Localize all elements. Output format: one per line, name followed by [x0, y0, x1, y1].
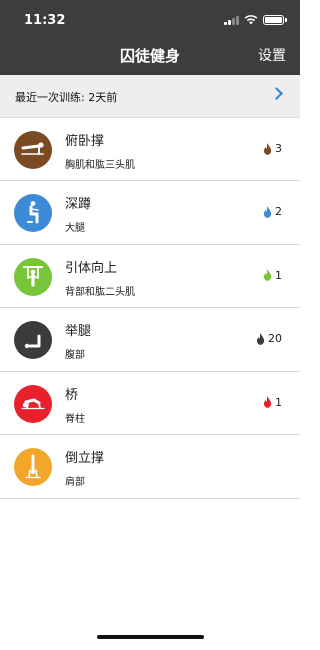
exercise-list: 俯卧撑 胸肌和肱三头肌 3 深蹲 大腿 2 [0, 118, 300, 499]
flame-icon [263, 396, 272, 408]
exercise-row-leg-raise[interactable]: 举腿 腹部 20 [0, 308, 300, 372]
level-badge: 1 [263, 396, 282, 409]
level-value: 2 [275, 205, 282, 218]
exercise-title: 倒立撑 [65, 447, 104, 466]
flame-icon [263, 269, 272, 281]
chevron-right-icon [270, 87, 283, 100]
level-value: 1 [275, 396, 282, 409]
settings-button[interactable]: 设置 [258, 45, 286, 65]
handstand-icon [14, 448, 52, 486]
exercise-row-squat[interactable]: 深蹲 大腿 2 [0, 181, 300, 245]
level-badge: 20 [256, 332, 282, 345]
home-indicator[interactable] [97, 635, 204, 639]
exercise-title: 深蹲 [65, 193, 91, 212]
squat-icon [14, 194, 52, 232]
exercise-muscles: 胸肌和肱三头肌 [65, 156, 135, 171]
exercise-row-bridge[interactable]: 桥 脊柱 1 [0, 372, 300, 436]
exercise-title: 引体向上 [65, 257, 117, 276]
last-training-banner[interactable]: 最近一次训练: 2天前 [0, 75, 300, 118]
status-icons [224, 14, 284, 25]
last-training-label: 最近一次训练: 2天前 [15, 89, 117, 105]
level-badge: 3 [263, 142, 282, 155]
level-value: 3 [275, 142, 282, 155]
level-badge: 2 [263, 205, 282, 218]
exercise-title: 举腿 [65, 320, 91, 339]
wifi-icon [244, 14, 258, 25]
exercise-title: 桥 [65, 384, 78, 403]
exercise-row-pushup[interactable]: 俯卧撑 胸肌和肱三头肌 3 [0, 118, 300, 181]
level-value: 1 [275, 269, 282, 282]
bridge-icon [14, 385, 52, 423]
flame-icon [263, 143, 272, 155]
pullup-icon [14, 258, 52, 296]
exercise-title: 俯卧撑 [65, 130, 104, 149]
exercise-muscles: 背部和肱二头肌 [65, 283, 135, 298]
cellular-signal-icon [224, 15, 239, 25]
level-badge: 1 [263, 269, 282, 282]
level-value: 20 [268, 332, 282, 345]
exercise-row-pullup[interactable]: 引体向上 背部和肱二头肌 1 [0, 245, 300, 309]
status-time: 11:32 [24, 13, 65, 28]
exercise-muscles: 大腿 [65, 219, 85, 234]
pushup-icon [14, 131, 52, 169]
flame-icon [263, 206, 272, 218]
exercise-row-handstand[interactable]: 倒立撑 肩部 [0, 435, 300, 499]
flame-icon [256, 333, 265, 345]
exercise-muscles: 肩部 [65, 473, 85, 488]
battery-icon [263, 15, 284, 25]
page-title: 囚徒健身 [0, 45, 300, 66]
top-bar: 11:32 囚徒健身 设置 [0, 0, 300, 75]
exercise-muscles: 腹部 [65, 346, 85, 361]
leg-raise-icon [14, 321, 52, 359]
exercise-muscles: 脊柱 [65, 410, 85, 425]
